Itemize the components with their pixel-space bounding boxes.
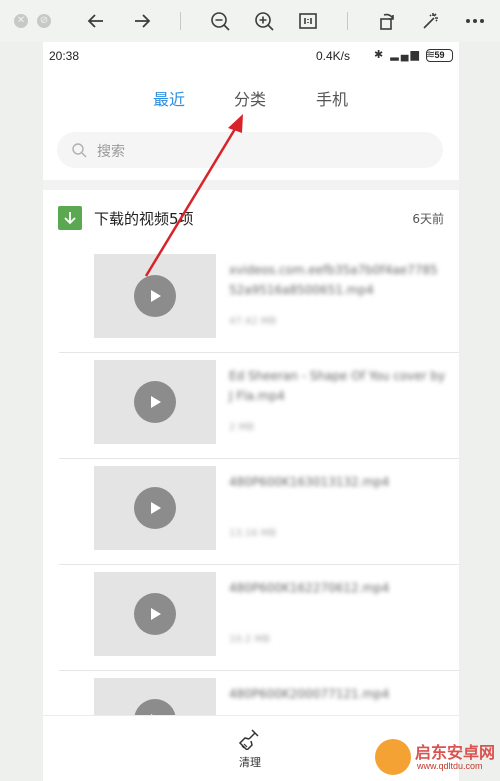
download-icon (58, 206, 82, 230)
file-item[interactable]: 480P600K163013132.mp4 13.16 MB (43, 458, 459, 564)
tab-recent[interactable]: 最近 (153, 86, 185, 110)
tab-phone[interactable]: 手机 (316, 86, 348, 110)
file-name: 480P600K200077121.mp4 (229, 687, 390, 701)
search-placeholder: 搜索 (97, 144, 125, 160)
watermark-logo: 启东安卓网 www.qdltdu.com (375, 737, 495, 777)
play-icon[interactable] (134, 275, 176, 317)
zoom-in-icon[interactable] (252, 9, 276, 33)
phone-screen: 20:38 0.4K/s ✱ ▂▄▆ ≋ 59 最近 分类 手机 搜索 下载的视… (43, 42, 459, 781)
watermark-url: www.qdltdu.com (417, 761, 483, 771)
video-thumbnail (94, 360, 216, 444)
file-tabs: 最近 分类 手机 (43, 78, 459, 118)
network-speed: 0.4K/s (316, 49, 351, 63)
list-divider (59, 670, 459, 671)
file-name: xvideos.com.eefb35a7b0f4ae7785 52a9516a8… (229, 263, 438, 297)
file-size: 2 MB (229, 422, 255, 433)
file-name: 480P600K162270612.mp4 (229, 581, 390, 595)
file-size: 13.16 MB (229, 528, 277, 539)
watermark-title: 启东安卓网 (415, 743, 496, 762)
close-icon[interactable]: ✕ (14, 14, 28, 28)
play-icon[interactable] (134, 381, 176, 423)
tab-category[interactable]: 分类 (234, 86, 266, 110)
file-item[interactable]: 480P600K162270612.mp4 10.2 MB (43, 564, 459, 670)
file-size: 47.42 MB (229, 316, 277, 327)
video-thumbnail (94, 572, 216, 656)
minimize-icon[interactable]: ⊘ (37, 14, 51, 28)
toolbar-divider (180, 12, 181, 30)
file-size: 10.2 MB (229, 634, 270, 645)
play-icon[interactable] (134, 487, 176, 529)
watermark-icon (375, 739, 411, 775)
search-icon (72, 143, 87, 158)
section-time: 6天前 (412, 212, 444, 226)
video-thumbnail (94, 254, 216, 338)
file-item[interactable]: xvideos.com.eefb35a7b0f4ae7785 52a9516a8… (43, 246, 459, 352)
download-section-header[interactable]: 下载的视频5项 6天前 (43, 190, 459, 246)
list-divider (59, 352, 459, 353)
rotate-icon[interactable] (375, 9, 399, 33)
list-divider (59, 564, 459, 565)
search-input[interactable]: 搜索 (57, 132, 443, 168)
viewer-toolbar: ✕ ⊘ (0, 0, 500, 42)
video-thumbnail (94, 466, 216, 550)
actual-size-icon[interactable] (296, 9, 320, 33)
back-arrow-icon[interactable] (84, 9, 108, 33)
toolbar-divider (347, 12, 348, 30)
forward-arrow-icon[interactable] (130, 9, 154, 33)
more-icon[interactable] (463, 9, 487, 33)
status-time: 20:38 (49, 49, 80, 63)
play-icon[interactable] (134, 593, 176, 635)
file-item[interactable]: Ed Sheeran - Shape Of You cover by J Fla… (43, 352, 459, 458)
section-title: 下载的视频5项 (94, 210, 194, 228)
file-name: Ed Sheeran - Shape Of You cover by J Fla… (229, 369, 446, 403)
battery-icon: 59 (426, 49, 453, 62)
file-name: 480P600K163013132.mp4 (229, 475, 390, 489)
section-divider (43, 180, 459, 190)
broom-icon[interactable] (238, 728, 260, 750)
magic-wand-icon[interactable] (419, 9, 443, 33)
clean-button[interactable]: 清理 (239, 754, 261, 770)
status-bar: 20:38 0.4K/s ✱ ▂▄▆ ≋ 59 (43, 42, 459, 70)
list-divider (59, 458, 459, 459)
zoom-out-icon[interactable] (208, 9, 232, 33)
